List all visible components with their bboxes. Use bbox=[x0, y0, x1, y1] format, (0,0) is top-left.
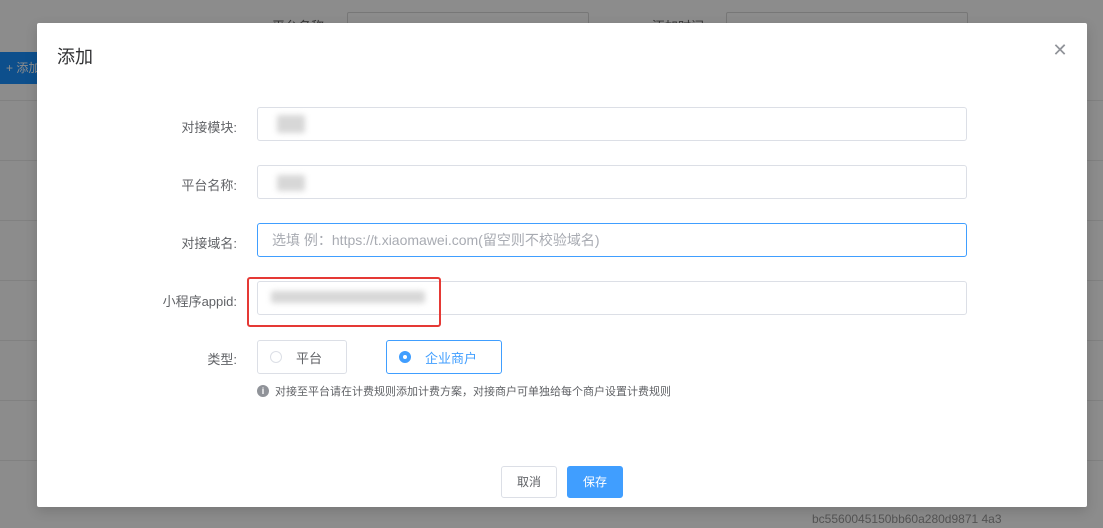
radio-checked-icon bbox=[399, 351, 411, 363]
redacted-appid-value bbox=[271, 291, 425, 303]
close-icon[interactable]: ✕ bbox=[1051, 41, 1069, 59]
module-label: 对接模块: bbox=[181, 120, 237, 135]
type-hint: i 对接至平台请在计费规则添加计费方案，对接商户可单独给每个商户设置计费规则 bbox=[257, 383, 671, 399]
add-dialog: 添加 ✕ 对接模块: 平台名称: 对接域名: 小程序appid: 类型: 平台 … bbox=[37, 23, 1087, 507]
type-hint-text: 对接至平台请在计费规则添加计费方案，对接商户可单独给每个商户设置计费规则 bbox=[275, 386, 671, 398]
radio-circle-icon bbox=[270, 351, 282, 363]
domain-input[interactable] bbox=[257, 223, 967, 257]
type-label: 类型: bbox=[207, 352, 237, 367]
domain-label: 对接域名: bbox=[181, 236, 237, 251]
radio-enterprise-merchant[interactable]: 企业商户 bbox=[386, 340, 502, 374]
redacted-platform-value bbox=[277, 175, 305, 191]
radio-platform[interactable]: 平台 bbox=[257, 340, 347, 374]
cancel-button[interactable]: 取消 bbox=[501, 466, 557, 498]
dialog-title: 添加 bbox=[57, 47, 93, 67]
appid-label: 小程序appid: bbox=[162, 294, 237, 309]
save-button[interactable]: 保存 bbox=[567, 466, 623, 498]
platform-name-input[interactable] bbox=[257, 165, 967, 199]
redacted-module-value bbox=[277, 115, 305, 133]
info-icon: i bbox=[257, 385, 269, 397]
radio-enterprise-label: 企业商户 bbox=[425, 350, 478, 366]
radio-platform-label: 平台 bbox=[296, 350, 323, 366]
module-input[interactable] bbox=[257, 107, 967, 141]
platform-name-label: 平台名称: bbox=[181, 178, 237, 193]
